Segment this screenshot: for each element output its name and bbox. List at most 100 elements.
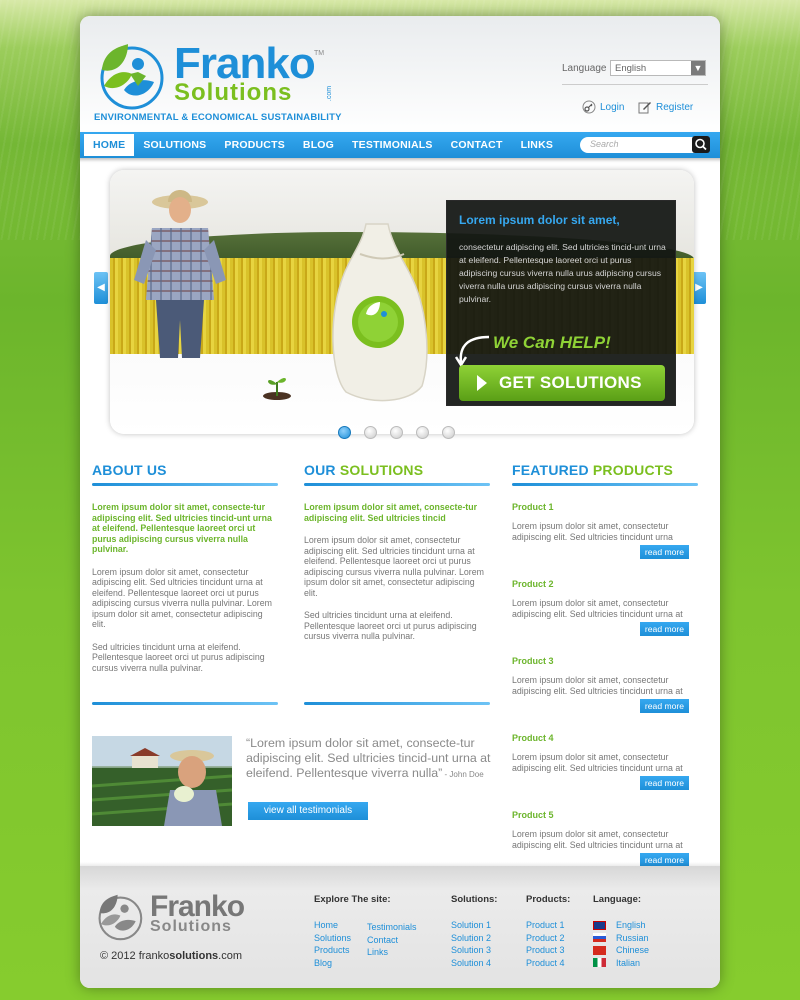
nav-item-home[interactable]: HOME — [84, 134, 135, 156]
read-more-button[interactable]: read more — [640, 545, 689, 559]
brand-tagline: ENVIRONMENTAL & ECONOMICAL SUSTAINABILIT… — [94, 112, 342, 123]
featured-products-title-part1: FEATURED — [512, 462, 589, 478]
read-more-button[interactable]: read more — [640, 776, 689, 790]
nav-item-blog[interactable]: BLOG — [294, 134, 343, 156]
language-select[interactable]: English ▼ — [610, 60, 706, 76]
search-input[interactable]: Search — [580, 137, 698, 153]
footer-link-solutions[interactable]: Solutions — [314, 932, 351, 945]
copyright-bold: solutions — [169, 950, 219, 962]
footer-explore-col2: Testimonials Contact Links — [367, 921, 417, 969]
footer-language-russian[interactable]: Russian — [593, 932, 649, 945]
footer-language-chinese[interactable]: Chinese — [593, 944, 649, 957]
our-solutions-paragraph-1: Lorem ipsum dolor sit amet, consectetur … — [304, 535, 484, 598]
slide-caption-box: Lorem ipsum dolor sit amet, consectetur … — [446, 200, 676, 406]
slider-next-button[interactable]: ▶ — [692, 272, 706, 304]
trademark: TM — [314, 50, 325, 57]
main-nav: HOME SOLUTIONS PRODUCTS BLOG TESTIMONIALS CON… — [80, 132, 720, 158]
slider-dot-2[interactable] — [364, 426, 377, 439]
footer-explore-heading: Explore The site: — [314, 894, 391, 905]
slider-dot-1[interactable] — [338, 426, 351, 439]
nav-item-contact[interactable]: CONTACT — [442, 134, 512, 156]
product-item: Product 4 Lorem ipsum dolor sit amet, con… — [512, 733, 698, 790]
slider-dot-3[interactable] — [390, 426, 403, 439]
our-solutions-section: OUR SOLUTIONS Lorem ipsum dolor sit amet… — [304, 462, 490, 642]
flag-english-icon — [593, 920, 606, 930]
footer: Franko Solutions © 2012 frankosolutions.… — [80, 866, 720, 988]
footer-link-blog[interactable]: Blog — [314, 957, 351, 970]
organic-sack-illustration — [332, 223, 428, 402]
login-link[interactable]: Login — [582, 100, 624, 114]
footer-language-italian[interactable]: Italian — [593, 957, 649, 970]
curved-arrow-icon — [454, 335, 490, 367]
product-name[interactable]: Product 1 — [512, 502, 698, 512]
product-item: Product 1 Lorem ipsum dolor sit amet, con… — [512, 502, 698, 559]
featured-products-list: Product 1 Lorem ipsum dolor sit amet, con… — [512, 502, 698, 867]
footer-language-label: English — [616, 920, 646, 930]
product-name[interactable]: Product 2 — [512, 579, 698, 589]
slider-prev-button[interactable]: ◀ — [94, 272, 108, 304]
footer-link-product-3[interactable]: Product 3 — [526, 944, 570, 957]
read-more-button[interactable]: read more — [640, 622, 689, 636]
testimonial-quote: “Lorem ipsum dolor sit amet, consecte-tu… — [246, 736, 496, 782]
language-selected-value: English — [615, 63, 647, 74]
chevron-down-icon: ▼ — [691, 61, 705, 75]
read-more-button[interactable]: read more — [640, 699, 689, 713]
nav-item-solutions[interactable]: SOLUTIONS — [134, 134, 215, 156]
section-rule-bottom — [92, 702, 278, 705]
footer-explore-col1: Home Solutions Products Blog — [314, 919, 351, 969]
footer-products-links: Product 1 Product 2 Product 3 Product 4 — [526, 919, 570, 969]
about-us-paragraph-2: Sed ultricies tincidunt urna at eleifend… — [92, 641, 265, 673]
product-description: Lorem ipsum dolor sit amet, consectetur … — [512, 675, 683, 696]
page-container: Franko Solutions TM .com ENVIRONMENTAL &… — [80, 16, 720, 988]
footer-link-products[interactable]: Products — [314, 944, 351, 957]
footer-language-english[interactable]: English — [593, 919, 649, 932]
product-item: Product 5 Lorem ipsum dolor sit amet, con… — [512, 810, 698, 867]
slide-title: Lorem ipsum dolor sit amet, — [459, 213, 620, 227]
nav-item-products[interactable]: PRODUCTS — [215, 134, 294, 156]
footer-link-solution-2[interactable]: Solution 2 — [451, 932, 497, 945]
footer-link-product-2[interactable]: Product 2 — [526, 932, 570, 945]
register-link[interactable]: Register — [638, 100, 693, 114]
nav-items: HOME SOLUTIONS PRODUCTS BLOG TESTIMONIALS CON… — [84, 132, 562, 158]
footer-link-testimonials[interactable]: Testimonials — [367, 921, 417, 934]
footer-logo[interactable]: Franko Solutions — [94, 892, 264, 942]
footer-language-label: Russian — [616, 932, 649, 943]
flag-italian-icon — [593, 958, 606, 968]
slider-dot-4[interactable] — [416, 426, 429, 439]
product-description: Lorem ipsum dolor sit amet, consectetur … — [512, 829, 683, 850]
footer-language-links: English Russian Chinese Italian — [593, 919, 649, 969]
footer-link-product-1[interactable]: Product 1 — [526, 919, 570, 932]
about-us-paragraph-1: Lorem ipsum dolor sit amet, consectetur … — [92, 566, 272, 630]
footer-link-solution-1[interactable]: Solution 1 — [451, 919, 497, 932]
product-name[interactable]: Product 5 — [512, 810, 698, 820]
our-solutions-title-part1: OUR — [304, 462, 336, 478]
section-rule-bottom — [304, 702, 490, 705]
divider — [562, 84, 708, 85]
featured-products-title-part2: PRODUCTS — [592, 462, 674, 478]
product-name[interactable]: Product 4 — [512, 733, 698, 743]
about-us-section: ABOUT US Lorem ipsum dolor sit amet, con… — [92, 462, 278, 673]
footer-link-solution-3[interactable]: Solution 3 — [451, 944, 497, 957]
search-button[interactable] — [692, 136, 710, 153]
brand-name-line2: Solutions — [174, 79, 293, 106]
footer-products: Products: Product 1 Product 2 Product 3 Pro… — [526, 894, 570, 969]
key-icon — [582, 100, 596, 114]
testimonial-photo — [92, 736, 232, 826]
sprout-icon — [263, 377, 291, 400]
product-name[interactable]: Product 3 — [512, 656, 698, 666]
about-us-title: ABOUT US — [92, 462, 167, 478]
nav-item-testimonials[interactable]: TESTIMONIALS — [343, 134, 442, 156]
register-label: Register — [656, 101, 694, 113]
product-item: Product 3 Lorem ipsum dolor sit amet, con… — [512, 656, 698, 713]
footer-link-product-4[interactable]: Product 4 — [526, 957, 570, 970]
footer-brand-name-line2: Solutions — [150, 918, 232, 935]
view-all-testimonials-button[interactable]: view all testimonials — [248, 802, 368, 820]
footer-link-contact[interactable]: Contact — [367, 934, 417, 947]
footer-link-links[interactable]: Links — [367, 946, 417, 959]
copyright: © 2012 frankosolutions.com — [100, 950, 242, 962]
footer-link-solution-4[interactable]: Solution 4 — [451, 957, 497, 970]
slider-dot-5[interactable] — [442, 426, 455, 439]
footer-link-home[interactable]: Home — [314, 919, 351, 932]
get-solutions-button[interactable]: GET SOLUTIONS — [459, 365, 665, 401]
nav-item-links[interactable]: LINKS — [512, 134, 563, 156]
